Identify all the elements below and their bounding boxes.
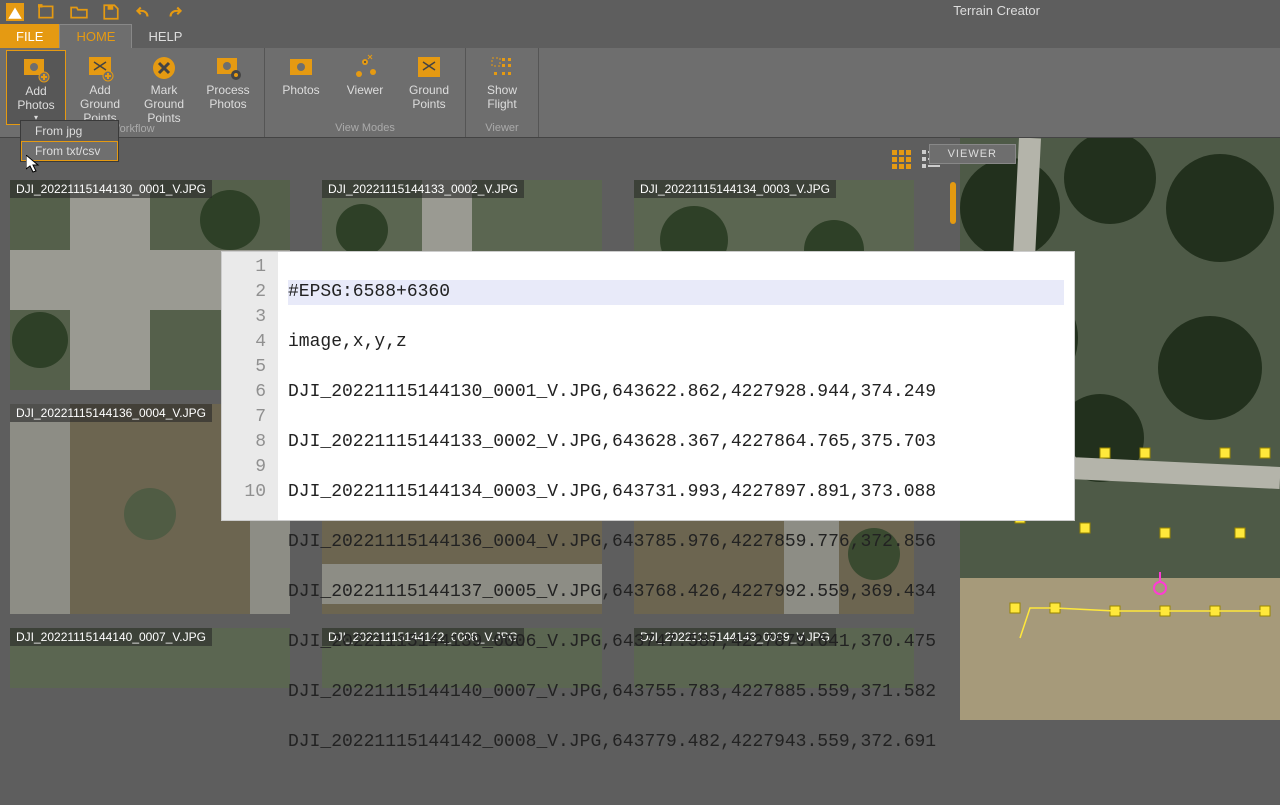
ribbon-panel-view-modes-title: View Modes bbox=[271, 122, 459, 135]
line-number: 3 bbox=[222, 305, 266, 330]
thumb-7[interactable]: DJI_20221115144140_0007_V.JPG bbox=[10, 628, 290, 688]
show-flight-button[interactable]: Show Flight bbox=[472, 50, 532, 124]
new-icon[interactable] bbox=[38, 3, 56, 21]
editor-line: DJI_20221115144140_0007_V.JPG,643755.783… bbox=[288, 680, 1064, 705]
save-icon[interactable] bbox=[102, 3, 120, 21]
editor-body[interactable]: #EPSG:6588+6360 image,x,y,z DJI_20221115… bbox=[278, 252, 1074, 520]
tab-home[interactable]: HOME bbox=[59, 24, 132, 48]
thumb-label: DJI_20221115144136_0004_V.JPG bbox=[10, 404, 212, 422]
text-editor-overlay: 1 2 3 4 5 6 7 8 9 10 #EPSG:6588+6360 ima… bbox=[222, 252, 1074, 520]
line-number: 2 bbox=[222, 280, 266, 305]
photos-view-label: Photos bbox=[282, 84, 319, 98]
viewer-tab[interactable]: VIEWER bbox=[929, 144, 1016, 164]
scroll-indicator[interactable] bbox=[950, 182, 956, 224]
dropdown-from-jpg[interactable]: From jpg bbox=[21, 121, 118, 141]
app-title: Terrain Creator bbox=[953, 3, 1040, 18]
editor-line: DJI_20221115144136_0004_V.JPG,643785.976… bbox=[288, 530, 1064, 555]
thumb-label: DJI_20221115144140_0007_V.JPG bbox=[10, 628, 212, 646]
editor-line: DJI_20221115144139_0006_V.JPG,643747.587… bbox=[288, 630, 1064, 655]
thumb-label: DJI_20221115144130_0001_V.JPG bbox=[10, 180, 212, 198]
ribbon-panel-viewer: Show Flight Viewer bbox=[466, 48, 539, 137]
line-number: 5 bbox=[222, 355, 266, 380]
viewer-view-label: Viewer bbox=[347, 84, 383, 98]
add-ground-points-button[interactable]: Add Ground Points bbox=[70, 50, 130, 125]
ribbon: Add Photos▾ Add Ground Points Mark Groun… bbox=[0, 48, 1280, 138]
line-number: 1 bbox=[222, 255, 266, 280]
tab-file[interactable]: FILE bbox=[0, 24, 59, 48]
add-photos-button[interactable]: Add Photos▾ bbox=[6, 50, 66, 125]
line-number: 6 bbox=[222, 380, 266, 405]
process-photos-button[interactable]: Process Photos bbox=[198, 50, 258, 125]
mark-ground-points-button[interactable]: Mark Ground Points bbox=[134, 50, 194, 125]
open-icon[interactable] bbox=[70, 3, 88, 21]
editor-line: DJI_20221115144130_0001_V.JPG,643622.862… bbox=[288, 380, 1064, 405]
ground-points-view-button[interactable]: Ground Points bbox=[399, 50, 459, 124]
show-flight-label: Show Flight bbox=[472, 84, 532, 112]
process-photos-label: Process Photos bbox=[198, 84, 258, 112]
editor-line: #EPSG:6588+6360 bbox=[288, 280, 1064, 305]
ground-points-view-label: Ground Points bbox=[399, 84, 459, 112]
app-logo-icon bbox=[6, 3, 24, 21]
line-number: 7 bbox=[222, 405, 266, 430]
line-number: 8 bbox=[222, 430, 266, 455]
undo-icon[interactable] bbox=[134, 3, 152, 21]
editor-line: DJI_20221115144142_0008_V.JPG,643779.482… bbox=[288, 730, 1064, 755]
line-number: 10 bbox=[222, 480, 266, 505]
quick-access-toolbar bbox=[6, 3, 184, 21]
editor-line: image,x,y,z bbox=[288, 330, 1064, 355]
thumb-label: DJI_20221115144133_0002_V.JPG bbox=[322, 180, 524, 198]
thumb-label: DJI_20221115144134_0003_V.JPG bbox=[634, 180, 836, 198]
titlebar: Terrain Creator bbox=[0, 0, 1280, 24]
editor-line: DJI_20221115144133_0002_V.JPG,643628.367… bbox=[288, 430, 1064, 455]
add-photos-label: Add Photos bbox=[7, 85, 65, 113]
line-number: 9 bbox=[222, 455, 266, 480]
grid-view-icon[interactable] bbox=[890, 148, 912, 170]
editor-gutter: 1 2 3 4 5 6 7 8 9 10 bbox=[222, 252, 278, 520]
viewer-view-button[interactable]: Viewer bbox=[335, 50, 395, 124]
tab-help[interactable]: HELP bbox=[132, 24, 198, 48]
redo-icon[interactable] bbox=[166, 3, 184, 21]
editor-line: DJI_20221115144137_0005_V.JPG,643768.426… bbox=[288, 580, 1064, 605]
photos-view-button[interactable]: Photos bbox=[271, 50, 331, 124]
menubar: FILE HOME HELP bbox=[0, 24, 1280, 48]
mark-ground-points-label: Mark Ground Points bbox=[134, 84, 194, 125]
ribbon-panel-view-modes: Photos Viewer Ground Points View Modes bbox=[265, 48, 466, 137]
line-number: 4 bbox=[222, 330, 266, 355]
editor-line: DJI_20221115144134_0003_V.JPG,643731.993… bbox=[288, 480, 1064, 505]
ribbon-panel-viewer-title: Viewer bbox=[472, 122, 532, 135]
cursor-icon bbox=[26, 155, 42, 175]
